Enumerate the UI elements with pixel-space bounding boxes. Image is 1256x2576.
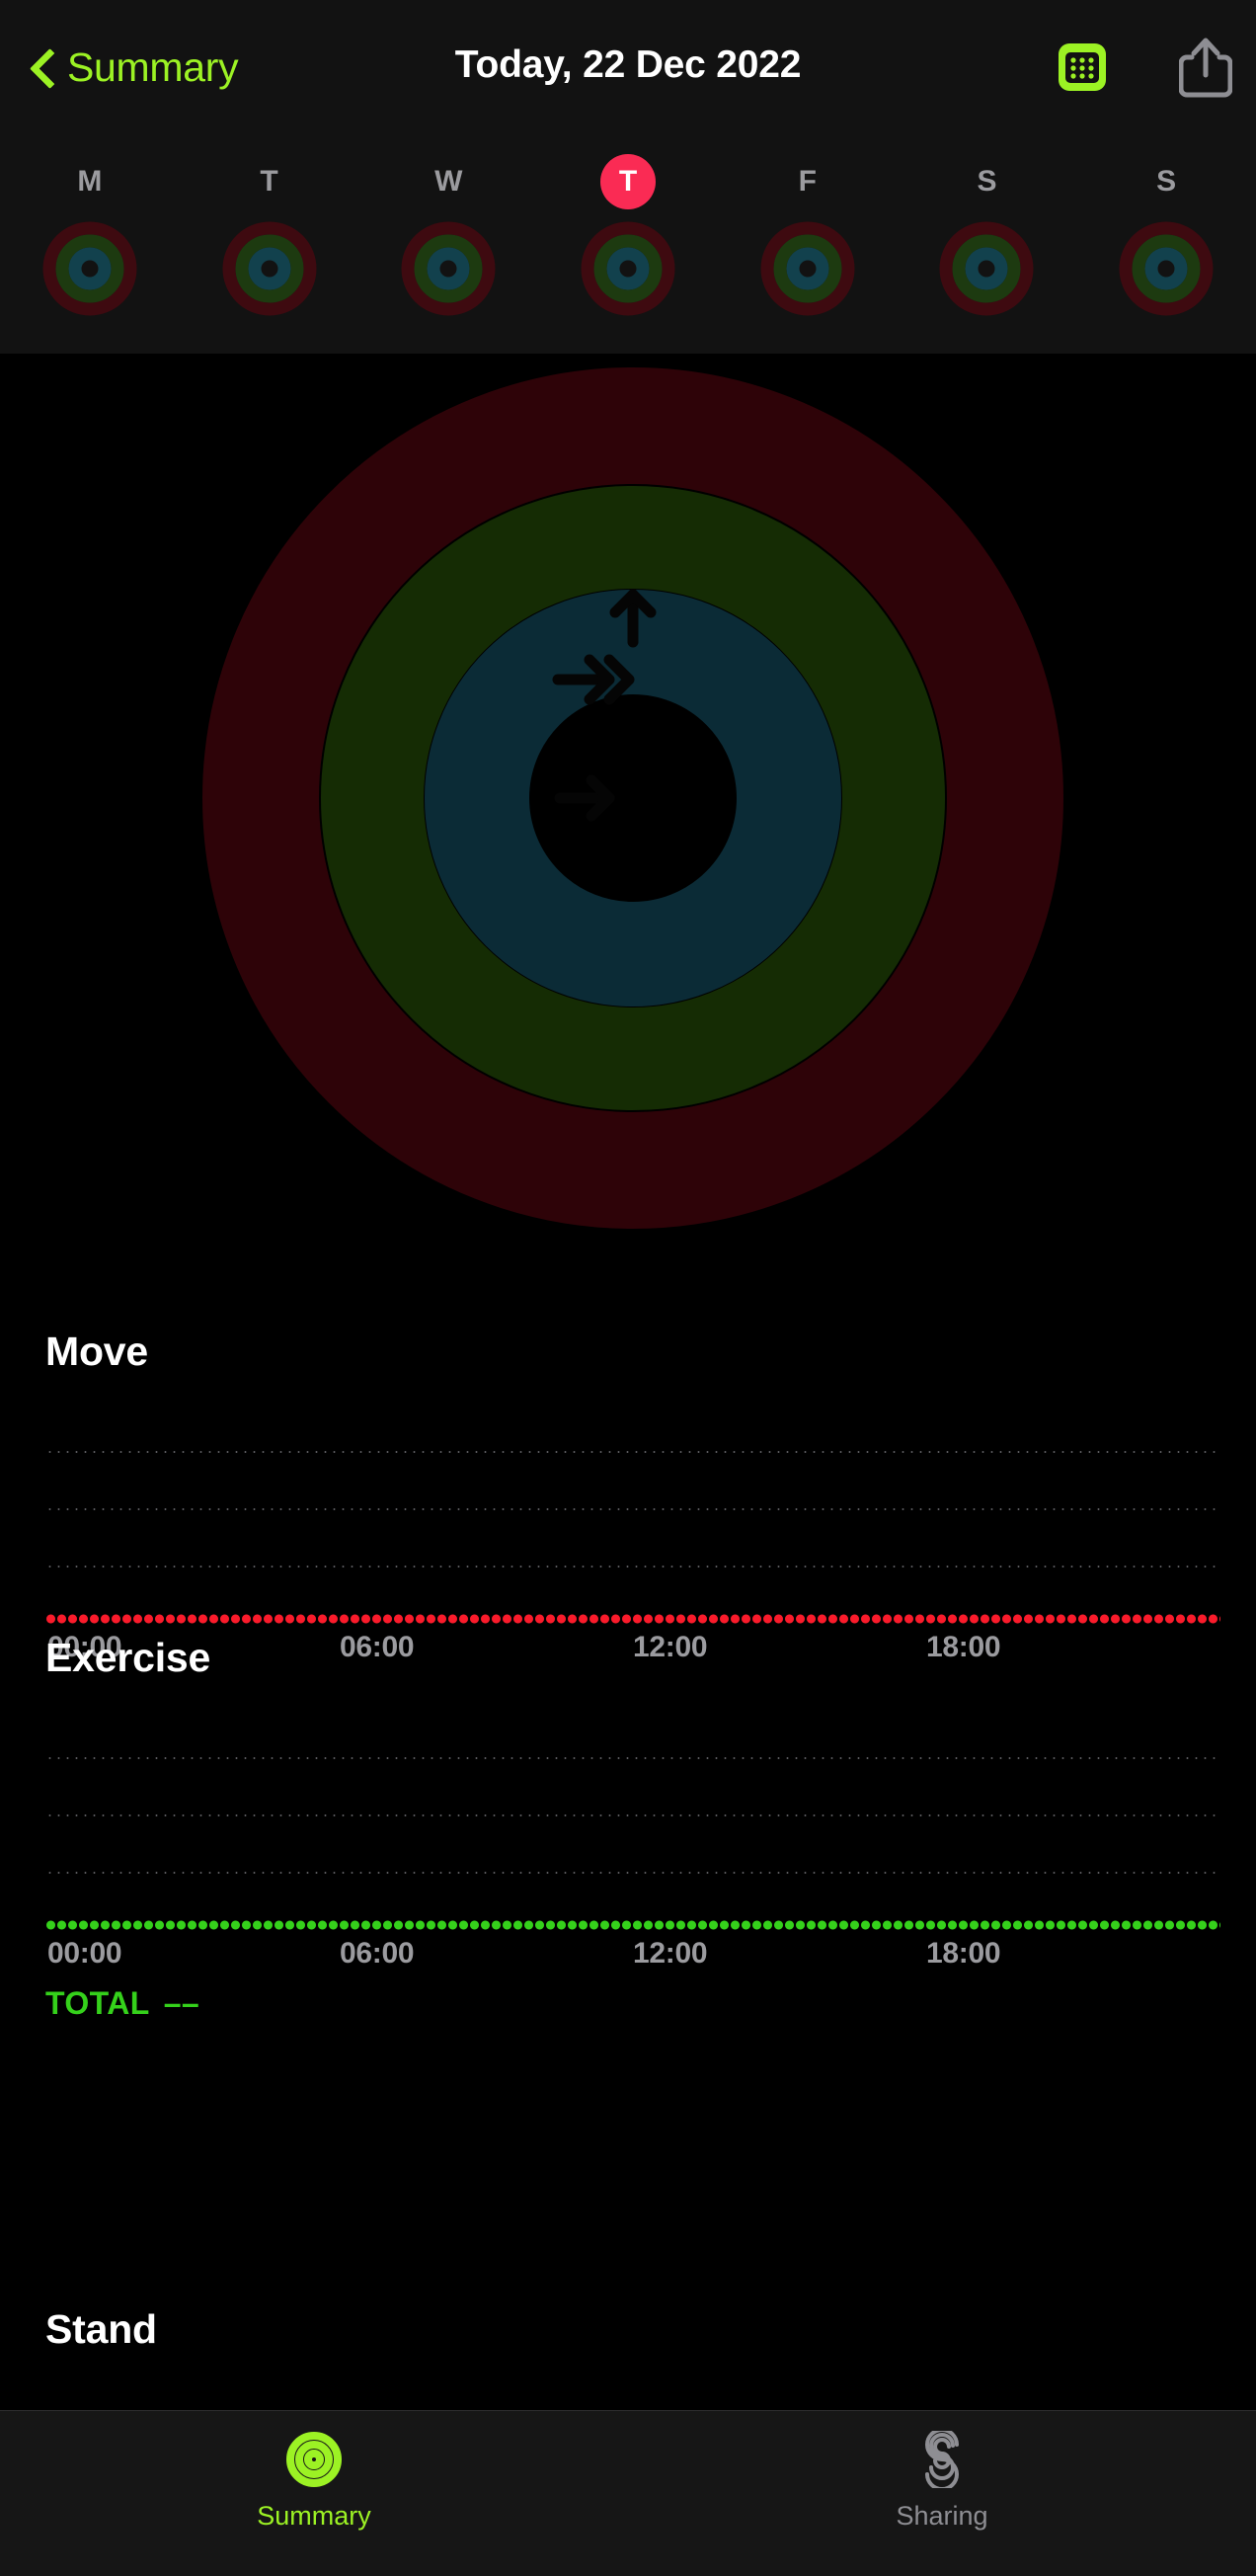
exercise-chart[interactable]: 00:00 06:00 12:00 18:00 (45, 1733, 1220, 1970)
exercise-total: TOTAL –– (45, 1985, 199, 2022)
week-day-5[interactable]: S (898, 138, 1077, 351)
exercise-total-value: –– (163, 1985, 200, 2021)
navbar: Summary Today, 22 Dec 2022 (0, 0, 1256, 148)
gridline (45, 1814, 1220, 1816)
arrow-right-icon (554, 774, 615, 822)
section-move: Move 00:00 06:00 12:00 18:00 (0, 1328, 1256, 1664)
share-icon[interactable] (1178, 36, 1233, 104)
section-title-exercise: Exercise (45, 1635, 211, 1680)
section-exercise: Exercise 00:00 06:00 12:00 18:00 TOTAL –– (0, 1635, 1256, 2030)
calendar-icon[interactable] (1057, 40, 1108, 100)
gridline (45, 1566, 1220, 1568)
week-day-label: M (77, 165, 103, 198)
week-day-label-selected: T (600, 154, 657, 209)
move-baseline (45, 1613, 1220, 1625)
gridline (45, 1757, 1220, 1759)
header: Summary Today, 22 Dec 2022 M T W T F S S (0, 0, 1256, 354)
sharing-s-icon (913, 2428, 971, 2493)
tab-sharing-label: Sharing (896, 2501, 988, 2531)
week-day-rings-icon (581, 221, 675, 321)
activity-rings-icon (285, 2431, 343, 2493)
move-chart[interactable]: 00:00 06:00 12:00 18:00 (45, 1427, 1220, 1663)
axis-tick: 12:00 (633, 1937, 708, 1970)
week-day-label: W (434, 165, 463, 198)
week-day-1[interactable]: T (180, 138, 359, 351)
week-day-0[interactable]: M (0, 138, 180, 351)
tab-summary[interactable]: Summary (0, 2411, 628, 2576)
week-day-rings-icon (222, 221, 317, 321)
gridline (45, 1872, 1220, 1874)
week-day-3[interactable]: T (538, 138, 718, 351)
activity-rings[interactable] (202, 367, 1063, 1229)
section-title-move: Move (45, 1328, 149, 1374)
exercise-axis-ticks: 00:00 06:00 12:00 18:00 (45, 1937, 1220, 1976)
week-day-rings-icon (401, 221, 496, 321)
week-day-rings-icon (939, 221, 1034, 321)
week-day-label: S (977, 165, 997, 198)
tab-summary-label: Summary (257, 2501, 371, 2531)
gridline (45, 1508, 1220, 1510)
axis-tick: 06:00 (340, 1937, 415, 1970)
week-day-label: T (260, 165, 278, 198)
gridline (45, 1451, 1220, 1453)
week-day-rings-icon (760, 221, 855, 321)
week-day-4[interactable]: F (718, 138, 898, 351)
week-day-rings-icon (1119, 221, 1214, 321)
exercise-total-label: TOTAL (45, 1985, 150, 2021)
navbar-actions (1057, 36, 1233, 104)
tab-sharing[interactable]: Sharing (628, 2411, 1256, 2576)
tab-bar: Summary Sharing (0, 2410, 1256, 2576)
exercise-baseline (45, 1919, 1220, 1931)
week-day-2[interactable]: W (358, 138, 538, 351)
week-day-label: F (798, 165, 817, 198)
week-day-label: S (1156, 165, 1177, 198)
section-stand: Stand (0, 2306, 1256, 2385)
axis-tick: 00:00 (47, 1937, 122, 1970)
week-day-rings-icon (42, 221, 137, 321)
axis-tick: 18:00 (926, 1937, 1001, 1970)
section-title-stand: Stand (45, 2306, 157, 2352)
week-day-6[interactable]: S (1076, 138, 1256, 351)
week-strip: M T W T F S S (0, 138, 1256, 351)
